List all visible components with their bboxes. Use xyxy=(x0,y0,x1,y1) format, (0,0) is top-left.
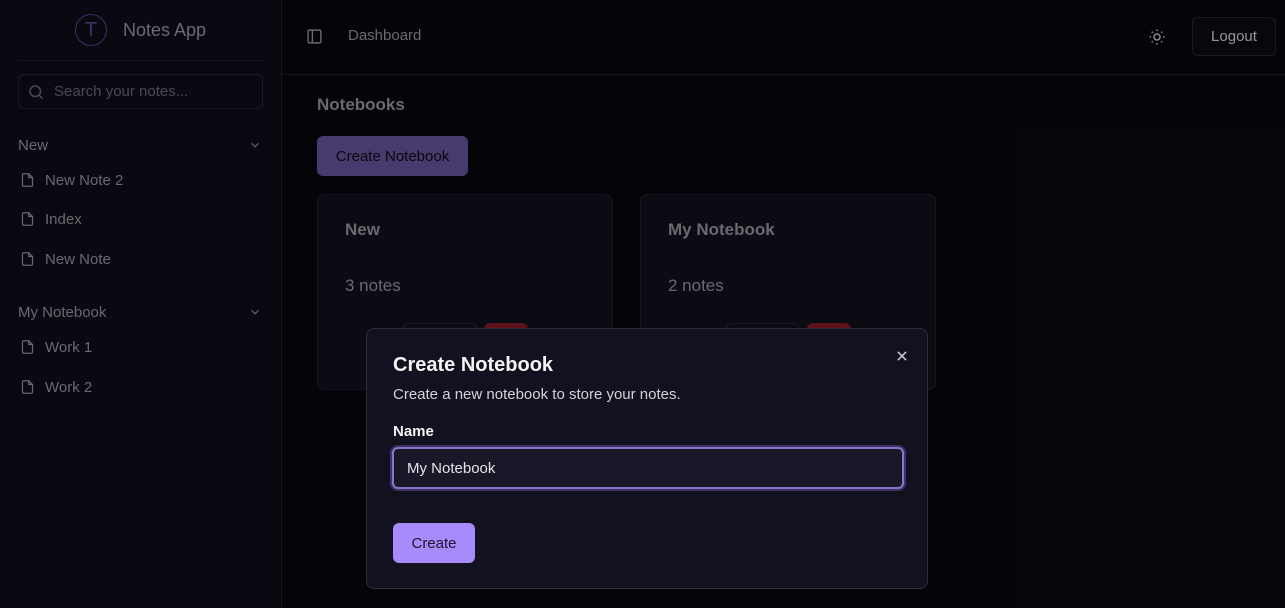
notebook-name-input[interactable] xyxy=(392,447,904,489)
dialog-description: Create a new notebook to store your note… xyxy=(393,386,681,403)
name-label: Name xyxy=(393,423,434,440)
create-notebook-dialog: Create Notebook Create a new notebook to… xyxy=(366,328,928,589)
create-button[interactable]: Create xyxy=(393,523,475,563)
dialog-title: Create Notebook xyxy=(393,354,554,376)
close-icon[interactable] xyxy=(895,349,909,363)
